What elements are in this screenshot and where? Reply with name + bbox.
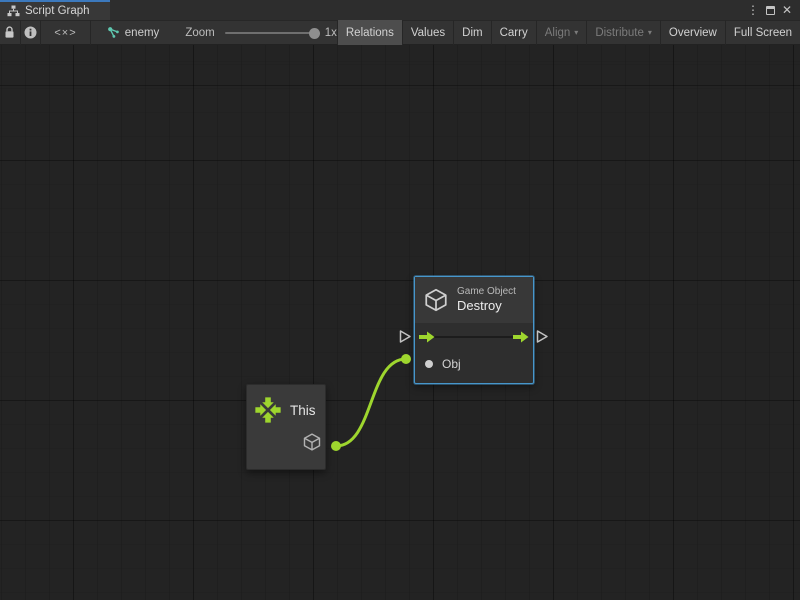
self-converge-icon — [253, 395, 283, 425]
overview-button[interactable]: Overview — [660, 20, 725, 45]
full-screen-button[interactable]: Full Screen — [725, 20, 800, 45]
zoom-value: 1x — [325, 27, 337, 39]
destroy-node-header: Game Object Destroy — [415, 277, 533, 323]
view-buttons: Relations Values Dim Carry Align ▾ Distr… — [337, 20, 800, 45]
obj-input-row[interactable]: Obj — [415, 351, 533, 377]
flow-input-arrow-icon[interactable] — [419, 331, 435, 343]
this-node-title: This — [290, 403, 316, 418]
lock-icon — [4, 26, 15, 39]
values-button[interactable]: Values — [402, 20, 453, 45]
info-icon — [24, 26, 37, 39]
destroy-node-title: Destroy — [457, 298, 516, 314]
tab-title: Script Graph — [25, 5, 90, 17]
this-node[interactable]: This — [246, 384, 326, 470]
carry-button[interactable]: Carry — [491, 20, 536, 45]
menu-icon[interactable]: ⋮ — [747, 4, 759, 16]
lock-button[interactable] — [0, 20, 20, 45]
obj-port-label: Obj — [442, 357, 461, 371]
flow-output-arrow-icon[interactable] — [513, 331, 529, 343]
zoom-slider[interactable] — [225, 32, 317, 34]
chevron-down-icon: ▾ — [574, 28, 578, 37]
tab-bar: Script Graph ⋮ ✕ — [0, 0, 800, 20]
control-flow-row — [415, 323, 533, 351]
gameobject-cube-icon — [423, 287, 449, 313]
connection-start-dot[interactable] — [331, 441, 341, 451]
connection-wire[interactable] — [336, 359, 406, 446]
breadcrumb-graph-name: enemy — [125, 27, 160, 39]
window-controls: ⋮ ✕ — [747, 0, 800, 20]
maximize-icon[interactable] — [766, 6, 775, 15]
script-graph-asset-icon — [107, 26, 120, 39]
zoom-slider-handle[interactable] — [309, 28, 320, 39]
connection-end-dot[interactable] — [401, 354, 411, 364]
info-button[interactable] — [21, 20, 41, 45]
code-brackets-icon: <×> — [54, 27, 76, 39]
graph-canvas[interactable]: This Ga — [0, 45, 800, 600]
distribute-button[interactable]: Distribute ▾ — [586, 20, 660, 45]
tab-script-graph[interactable]: Script Graph — [0, 0, 110, 20]
zoom-label: Zoom — [185, 27, 214, 39]
chevron-down-icon: ▾ — [648, 28, 652, 37]
zoom-control: Zoom 1x — [185, 20, 337, 45]
destroy-node-category: Game Object — [457, 286, 516, 299]
flow-divider-line — [431, 336, 517, 338]
graph-hierarchy-icon — [7, 5, 20, 17]
align-button[interactable]: Align ▾ — [536, 20, 587, 45]
gameobject-output-port[interactable] — [302, 432, 322, 452]
flow-enter-port-icon[interactable] — [398, 329, 412, 344]
breadcrumb[interactable]: enemy — [103, 20, 164, 45]
value-inspection-button[interactable]: <×> — [41, 20, 90, 45]
flow-exit-port-icon[interactable] — [535, 329, 549, 344]
dim-button[interactable]: Dim — [453, 20, 490, 45]
obj-port-dot[interactable] — [425, 360, 433, 368]
close-icon[interactable]: ✕ — [782, 4, 792, 16]
connection-layer — [0, 45, 800, 600]
relations-button[interactable]: Relations — [337, 20, 402, 45]
graph-toolbar: <×> enemy Zoom 1x Relatio — [0, 20, 800, 45]
destroy-node[interactable]: Game Object Destroy Obj — [414, 276, 534, 384]
script-graph-window: Script Graph ⋮ ✕ — [0, 0, 800, 600]
